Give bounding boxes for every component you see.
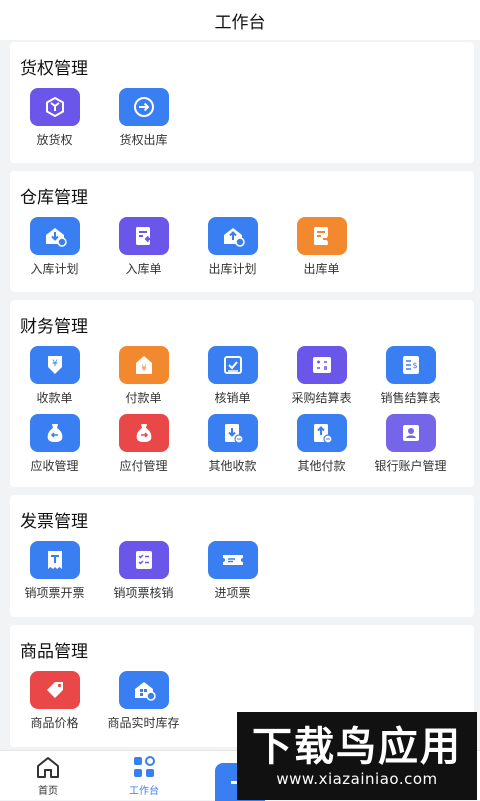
- section-goods-right: 货权管理 放货权 货权出库: [10, 42, 474, 163]
- menu-item-outbound-plan[interactable]: 出库计划: [188, 217, 277, 279]
- ticket-icon: [207, 541, 258, 579]
- cube-icon: [29, 88, 80, 126]
- menu-item-label: 核销单: [214, 391, 251, 405]
- menu-item-writeoff[interactable]: 核销单: [188, 346, 277, 408]
- menu-item-payment[interactable]: ¥ 付款单: [99, 346, 188, 408]
- menu-item-label: 商品实时库存: [107, 716, 180, 730]
- menu-item-label: 其他付款: [297, 459, 346, 473]
- invoice-issue-icon: [29, 541, 80, 579]
- menu-item-release-goods-right[interactable]: 放货权: [10, 88, 99, 150]
- menu-item-label: 进项票: [214, 586, 251, 600]
- invoice-checklist-icon: [118, 541, 169, 579]
- menu-item-input-invoice[interactable]: 进项票: [188, 541, 277, 603]
- menu-item-inbound-form[interactable]: 入库单: [99, 217, 188, 279]
- menu-item-label: 付款单: [125, 391, 162, 405]
- watermark-url: www.xiazainiao.com: [276, 770, 438, 788]
- menu-item-payable[interactable]: 应付管理: [99, 414, 188, 476]
- menu-item-label: 商品价格: [30, 716, 79, 730]
- menu-item-purchase-statement[interactable]: 采购结算表: [277, 346, 366, 408]
- sales-statement-icon: $: [385, 346, 436, 384]
- menu-item-label: 放货权: [36, 133, 73, 147]
- svg-text:$: $: [412, 361, 417, 370]
- section-title: 货权管理: [20, 59, 88, 79]
- realtime-stock-icon: [118, 671, 169, 709]
- warehouse-out-plan-icon: [207, 217, 258, 255]
- other-receipt-icon: [207, 414, 258, 452]
- menu-item-other-receipt[interactable]: 其他收款: [188, 414, 277, 476]
- section-title: 商品管理: [20, 642, 88, 662]
- top-bar: 工作台: [0, 0, 480, 40]
- watermark-banner: 下载鸟应用 www.xiazainiao.com: [237, 712, 477, 800]
- svg-text:¥: ¥: [52, 359, 58, 369]
- menu-item-label: 其他收款: [208, 459, 257, 473]
- page-title: 工作台: [214, 12, 266, 33]
- section-title: 仓库管理: [20, 188, 88, 208]
- bank-account-icon: [385, 414, 436, 452]
- payable-bag-icon: [118, 414, 169, 452]
- menu-item-label: 入库单: [125, 262, 162, 276]
- writeoff-icon: [207, 346, 258, 384]
- menu-item-label: 出库计划: [208, 262, 257, 276]
- menu-item-label: 采购结算表: [291, 391, 352, 405]
- menu-item-bank-account[interactable]: 银行账户管理: [366, 414, 455, 476]
- menu-item-output-invoice-writeoff[interactable]: 销项票核销: [99, 541, 188, 603]
- content: 货权管理 放货权 货权出库 仓库管理 入库计划 入库单 出库计划 出库单 财务管…: [10, 42, 474, 755]
- menu-item-inbound-plan[interactable]: 入库计划: [10, 217, 99, 279]
- menu-item-output-invoice-issue[interactable]: 销项票开票: [10, 541, 99, 603]
- section-title: 财务管理: [20, 317, 88, 337]
- menu-item-label: 货权出库: [119, 133, 168, 147]
- other-payment-icon: [296, 414, 347, 452]
- tab-home[interactable]: 首页: [18, 755, 78, 797]
- menu-item-label: 入库计划: [30, 262, 79, 276]
- menu-item-outbound-form[interactable]: 出库单: [277, 217, 366, 279]
- inbound-form-icon: [118, 217, 169, 255]
- menu-item-label: 银行账户管理: [374, 459, 447, 473]
- home-icon: [37, 757, 59, 778]
- tab-label: 工作台: [129, 786, 159, 797]
- menu-item-other-payment[interactable]: 其他付款: [277, 414, 366, 476]
- warehouse-in-plan-icon: [29, 217, 80, 255]
- payment-yuan-icon: ¥: [118, 346, 169, 384]
- price-tag-icon: [29, 671, 80, 709]
- calculator-icon: [296, 346, 347, 384]
- arrow-right-icon: [118, 88, 169, 126]
- section-title: 发票管理: [20, 512, 88, 532]
- section-finance: 财务管理 ¥ 收款单 ¥ 付款单 核销单 采购结算表 $ 销售结算表 应收管理 …: [10, 300, 474, 487]
- menu-item-receipt[interactable]: ¥ 收款单: [10, 346, 99, 408]
- menu-item-label: 应收管理: [30, 459, 79, 473]
- watermark-title: 下载鸟应用: [252, 724, 462, 770]
- menu-item-label: 销项票开票: [24, 586, 85, 600]
- menu-item-sales-statement[interactable]: $ 销售结算表: [366, 346, 455, 408]
- tab-label: 首页: [38, 786, 58, 797]
- menu-item-label: 应付管理: [119, 459, 168, 473]
- receipt-yuan-icon: ¥: [29, 346, 80, 384]
- menu-item-goods-right-outbound[interactable]: 货权出库: [99, 88, 188, 150]
- section-invoice: 发票管理 销项票开票 销项票核销 进项票: [10, 495, 474, 617]
- receivable-bag-icon: [29, 414, 80, 452]
- svg-text:¥: ¥: [141, 364, 147, 374]
- menu-item-realtime-stock[interactable]: 商品实时库存: [99, 671, 188, 733]
- menu-item-label: 销项票核销: [113, 586, 174, 600]
- menu-item-label: 销售结算表: [380, 391, 441, 405]
- menu-item-goods-price[interactable]: 商品价格: [10, 671, 99, 733]
- grid-icon: [134, 756, 155, 777]
- outbound-form-icon: [296, 217, 347, 255]
- tab-workbench[interactable]: 工作台: [114, 755, 174, 797]
- menu-item-label: 收款单: [36, 391, 73, 405]
- menu-item-label: 出库单: [303, 262, 340, 276]
- section-warehouse: 仓库管理 入库计划 入库单 出库计划 出库单: [10, 171, 474, 292]
- menu-item-receivable[interactable]: 应收管理: [10, 414, 99, 476]
